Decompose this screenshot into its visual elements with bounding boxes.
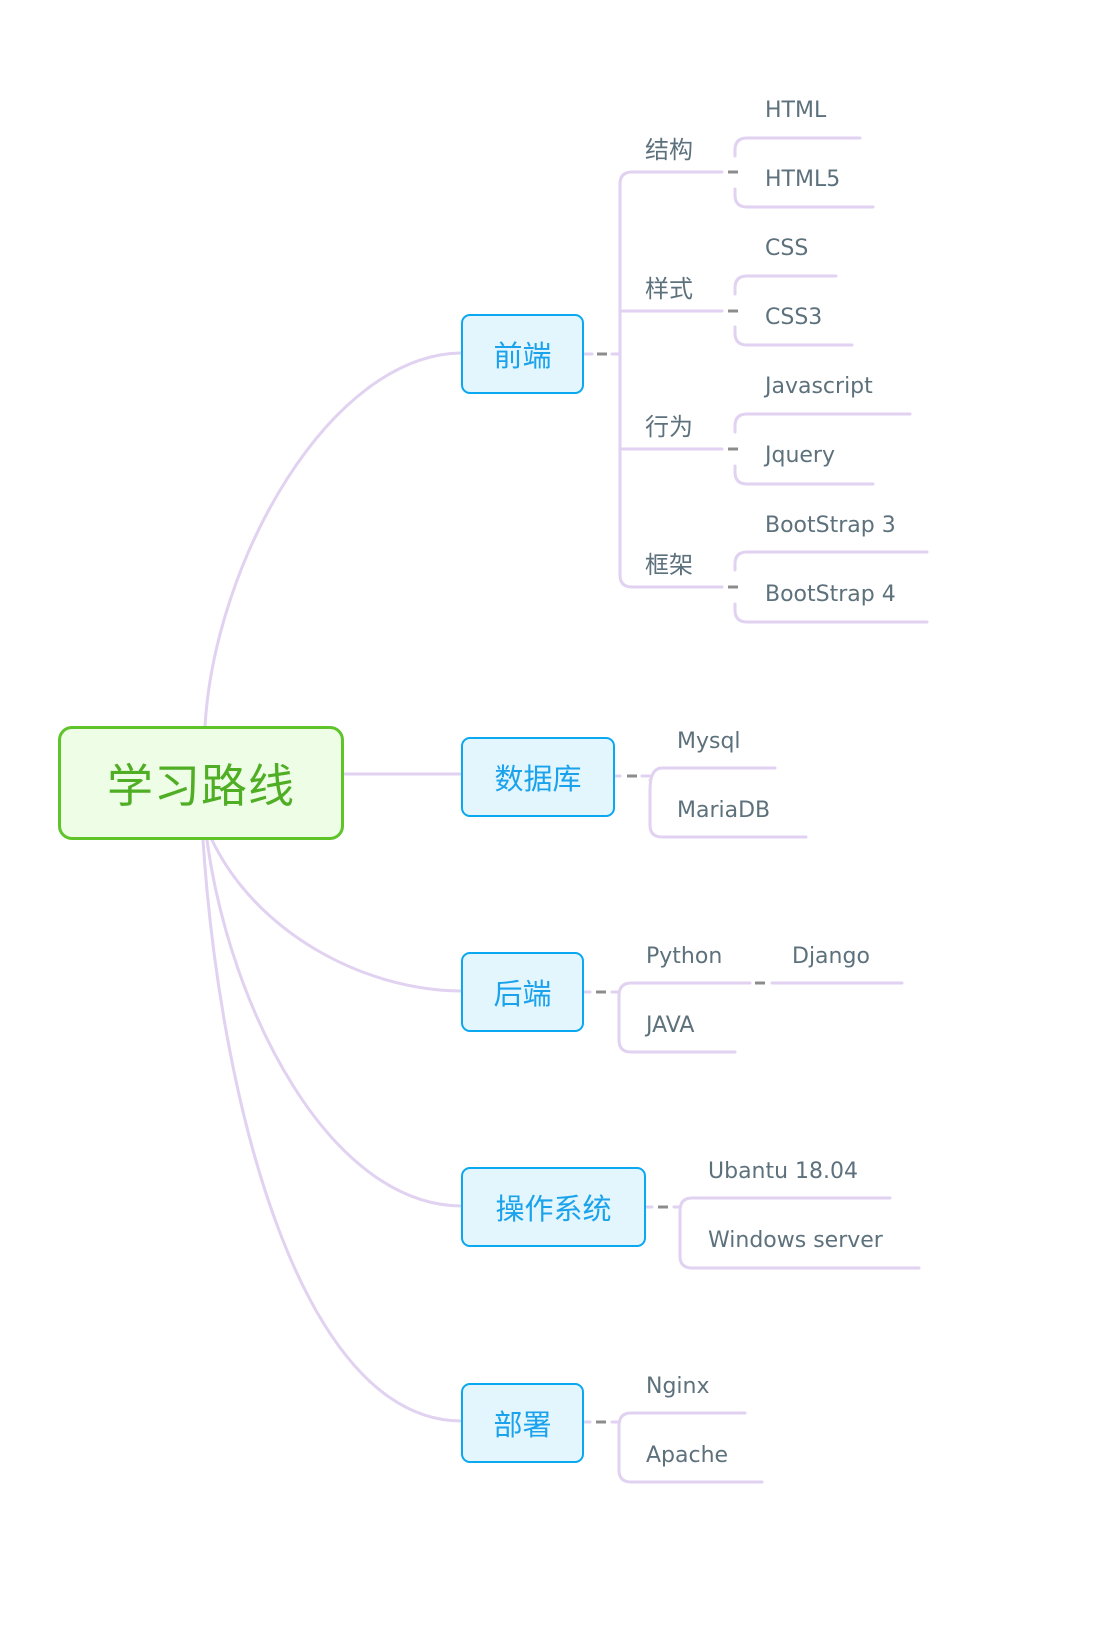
database-collapse-toggle[interactable] bbox=[627, 774, 637, 778]
mind-map-canvas: 学习路线 前端 数据库 后端 操作系统 部署 结构 样式 行为 框架 HTML … bbox=[0, 0, 1118, 1632]
leaf-connector bbox=[733, 136, 862, 158]
topic-label: 部署 bbox=[493, 1408, 552, 1442]
leaf-connector bbox=[733, 412, 912, 434]
subtopic-style[interactable]: 样式 bbox=[645, 269, 693, 304]
topic-deployment[interactable]: 部署 bbox=[461, 1383, 584, 1463]
leaf-bootstrap-4[interactable]: BootStrap 4 bbox=[765, 582, 896, 607]
root-to-backend-curve bbox=[210, 838, 463, 993]
topic-backend[interactable]: 后端 bbox=[461, 952, 584, 1032]
frontend-collapse-toggle[interactable] bbox=[597, 352, 607, 356]
leaf-nginx[interactable]: Nginx bbox=[646, 1374, 710, 1399]
leaf-windows-server[interactable]: Windows server bbox=[708, 1228, 883, 1253]
leaf-python[interactable]: Python bbox=[646, 944, 722, 969]
topic-label: 后端 bbox=[493, 977, 552, 1011]
root-topic[interactable]: 学习路线 bbox=[58, 726, 344, 840]
leaf-javascript[interactable]: Javascript bbox=[765, 374, 873, 399]
root-to-os-curve bbox=[205, 838, 463, 1208]
database-leaf-connector bbox=[648, 766, 777, 792]
leaf-html5[interactable]: HTML5 bbox=[765, 167, 840, 192]
topic-label: 前端 bbox=[493, 339, 552, 373]
deployment-leaf-connector bbox=[617, 1411, 747, 1428]
leaf-html[interactable]: HTML bbox=[765, 98, 826, 123]
leaf-mariadb[interactable]: MariaDB bbox=[677, 798, 770, 823]
python-collapse-toggle[interactable] bbox=[755, 981, 765, 985]
subtopic-collapse-toggle[interactable] bbox=[728, 170, 738, 174]
leaf-jquery[interactable]: Jquery bbox=[765, 443, 835, 468]
frontend-sub-connector bbox=[618, 170, 724, 186]
subtopic-framework[interactable]: 框架 bbox=[645, 545, 693, 580]
topic-label: 操作系统 bbox=[495, 1192, 612, 1226]
root-topic-label: 学习路线 bbox=[107, 759, 295, 813]
deployment-collapse-toggle[interactable] bbox=[596, 1420, 606, 1424]
leaf-bootstrap-3[interactable]: BootStrap 3 bbox=[765, 513, 896, 538]
leaf-ubuntu[interactable]: Ubantu 18.04 bbox=[708, 1159, 858, 1184]
subtopic-structure[interactable]: 结构 bbox=[645, 130, 693, 165]
leaf-apache[interactable]: Apache bbox=[646, 1443, 728, 1468]
backend-leaf-connector bbox=[617, 981, 752, 998]
leaf-css3[interactable]: CSS3 bbox=[765, 305, 822, 330]
leaf-mysql[interactable]: Mysql bbox=[677, 729, 741, 754]
leaf-java[interactable]: JAVA bbox=[646, 1013, 694, 1038]
root-to-deployment-curve bbox=[201, 838, 463, 1423]
backend-collapse-toggle[interactable] bbox=[596, 990, 606, 994]
os-collapse-toggle[interactable] bbox=[658, 1205, 668, 1209]
topic-label: 数据库 bbox=[494, 762, 582, 796]
subtopic-collapse-toggle[interactable] bbox=[728, 309, 738, 313]
topic-frontend[interactable]: 前端 bbox=[461, 314, 584, 394]
leaf-django[interactable]: Django bbox=[792, 944, 870, 969]
subtopic-collapse-toggle[interactable] bbox=[728, 585, 738, 589]
os-leaf-connector bbox=[678, 1196, 892, 1213]
leaf-connector bbox=[733, 464, 875, 486]
topic-operating-system[interactable]: 操作系统 bbox=[461, 1167, 646, 1247]
subtopic-collapse-toggle[interactable] bbox=[728, 447, 738, 451]
topic-database[interactable]: 数据库 bbox=[461, 737, 615, 817]
leaf-connector bbox=[733, 274, 838, 296]
root-to-frontend-curve bbox=[203, 351, 463, 728]
leaf-css[interactable]: CSS bbox=[765, 236, 808, 261]
subtopic-behavior[interactable]: 行为 bbox=[645, 407, 693, 442]
leaf-connector bbox=[733, 550, 929, 572]
